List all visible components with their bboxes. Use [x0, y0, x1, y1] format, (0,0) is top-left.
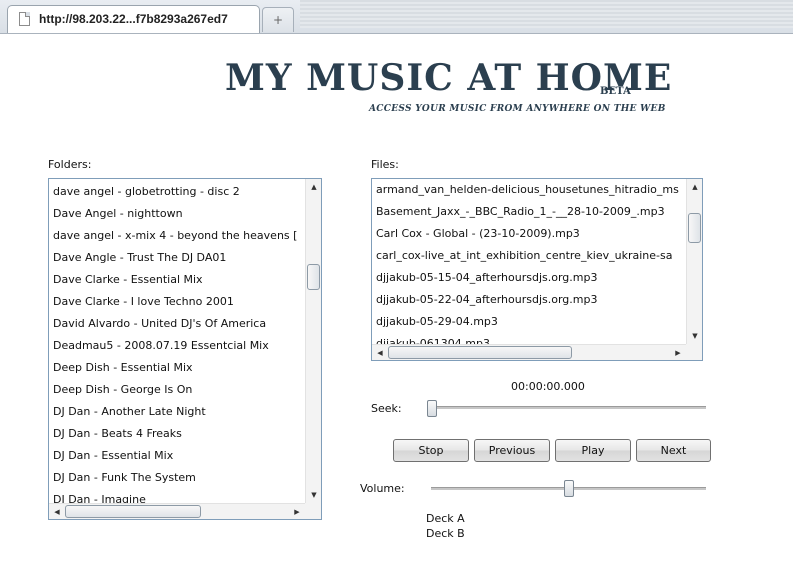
files-scroll-thumb[interactable] [688, 213, 701, 243]
folder-list-item[interactable]: DJ Dan - Essential Mix [49, 445, 305, 467]
scroll-up-arrow-icon[interactable]: ▲ [687, 183, 702, 191]
files-horizontal-scrollbar[interactable]: ◀ ▶ [372, 344, 686, 360]
folder-list-item[interactable]: DJ Dan - Another Late Night [49, 401, 305, 423]
folder-list-item[interactable]: David Alvardo - United DJ's Of America [49, 313, 305, 335]
new-tab-button[interactable]: + [262, 7, 294, 32]
next-button[interactable]: Next [636, 439, 711, 462]
files-list: armand_van_helden-delicious_housetunes_h… [372, 179, 686, 345]
previous-button[interactable]: Previous [474, 439, 550, 462]
file-list-item[interactable]: djjakub-05-22-04_afterhoursdjs.org.mp3 [372, 289, 686, 311]
folder-list-item[interactable]: Dave Clarke - I love Techno 2001 [49, 291, 305, 313]
scroll-right-arrow-icon[interactable]: ▶ [289, 508, 305, 516]
files-vertical-scrollbar[interactable]: ▲ ▼ [686, 179, 702, 345]
file-list-item[interactable]: Basement_Jaxx_-_BBC_Radio_1_-__28-10-200… [372, 201, 686, 223]
deck-a-label: Deck A [426, 512, 465, 525]
file-list-item[interactable]: djjakub-05-29-04.mp3 [372, 311, 686, 333]
browser-tab[interactable]: http://98.203.22...f7b8293a267ed7 [7, 5, 260, 33]
file-list-item[interactable]: armand_van_helden-delicious_housetunes_h… [372, 179, 686, 201]
browser-tab-bar: http://98.203.22...f7b8293a267ed7 + [0, 0, 793, 34]
folders-hscroll-thumb[interactable] [65, 505, 201, 518]
folder-list-item[interactable]: Dave Angle - Trust The DJ DA01 [49, 247, 305, 269]
files-hscroll-thumb[interactable] [388, 346, 572, 359]
folder-list-item[interactable]: dave angel - x-mix 4 - beyond the heaven… [49, 225, 305, 247]
scroll-right-arrow-icon[interactable]: ▶ [670, 349, 686, 357]
seek-label: Seek: [371, 402, 402, 415]
scroll-up-arrow-icon[interactable]: ▲ [306, 183, 321, 191]
file-list-item[interactable]: djjakub-05-15-04_afterhoursdjs.org.mp3 [372, 267, 686, 289]
folders-horizontal-scrollbar[interactable]: ◀ ▶ [49, 503, 305, 519]
file-list-item[interactable]: carl_cox-live_at_int_exhibition_centre_k… [372, 245, 686, 267]
folder-list-item[interactable]: Deep Dish - George Is On [49, 379, 305, 401]
folders-scroll-thumb[interactable] [307, 264, 320, 290]
folder-list-item[interactable]: Deep Dish - Essential Mix [49, 357, 305, 379]
tab-bar-background [300, 0, 793, 28]
scroll-corner [305, 503, 321, 519]
folders-label: Folders: [48, 158, 92, 171]
folder-list-item[interactable]: Deadmau5 - 2008.07.19 Essentcial Mix [49, 335, 305, 357]
page-icon [19, 12, 30, 26]
playback-time: 00:00:00.000 [511, 380, 585, 393]
tab-title: http://98.203.22...f7b8293a267ed7 [39, 12, 228, 26]
scroll-left-arrow-icon[interactable]: ◀ [372, 349, 388, 357]
folder-list-item[interactable]: dave angel - globetrotting - disc 2 [49, 181, 305, 203]
files-label: Files: [371, 158, 399, 171]
folders-vertical-scrollbar[interactable]: ▲ ▼ [305, 179, 321, 504]
folders-list: dave angel - globetrotting - disc 2 Dave … [49, 181, 305, 506]
scroll-down-arrow-icon[interactable]: ▼ [306, 491, 321, 499]
folder-list-item[interactable]: DJ Dan - Funk The System [49, 467, 305, 489]
deck-b-label: Deck B [426, 527, 465, 540]
volume-label: Volume: [360, 482, 405, 495]
stop-button[interactable]: Stop [393, 439, 469, 462]
folder-list-item[interactable]: DJ Dan - Beats 4 Freaks [49, 423, 305, 445]
scroll-down-arrow-icon[interactable]: ▼ [687, 332, 702, 340]
seek-handle[interactable] [427, 400, 437, 417]
scroll-corner [686, 344, 702, 360]
folder-list-item[interactable]: Dave Angel - nighttown [49, 203, 305, 225]
folders-listbox[interactable]: dave angel - globetrotting - disc 2 Dave … [48, 178, 322, 520]
play-button[interactable]: Play [555, 439, 631, 462]
app-tagline: ACCESS YOUR MUSIC FROM ANYWHERE ON THE W… [369, 104, 666, 114]
file-list-item[interactable]: Carl Cox - Global - (23-10-2009).mp3 [372, 223, 686, 245]
app-logo-beta: BETA [600, 86, 631, 97]
folder-list-item[interactable]: Dave Clarke - Essential Mix [49, 269, 305, 291]
files-listbox[interactable]: armand_van_helden-delicious_housetunes_h… [371, 178, 703, 361]
volume-handle[interactable] [563, 480, 574, 497]
seek-track[interactable] [427, 406, 706, 409]
scroll-left-arrow-icon[interactable]: ◀ [49, 508, 65, 516]
